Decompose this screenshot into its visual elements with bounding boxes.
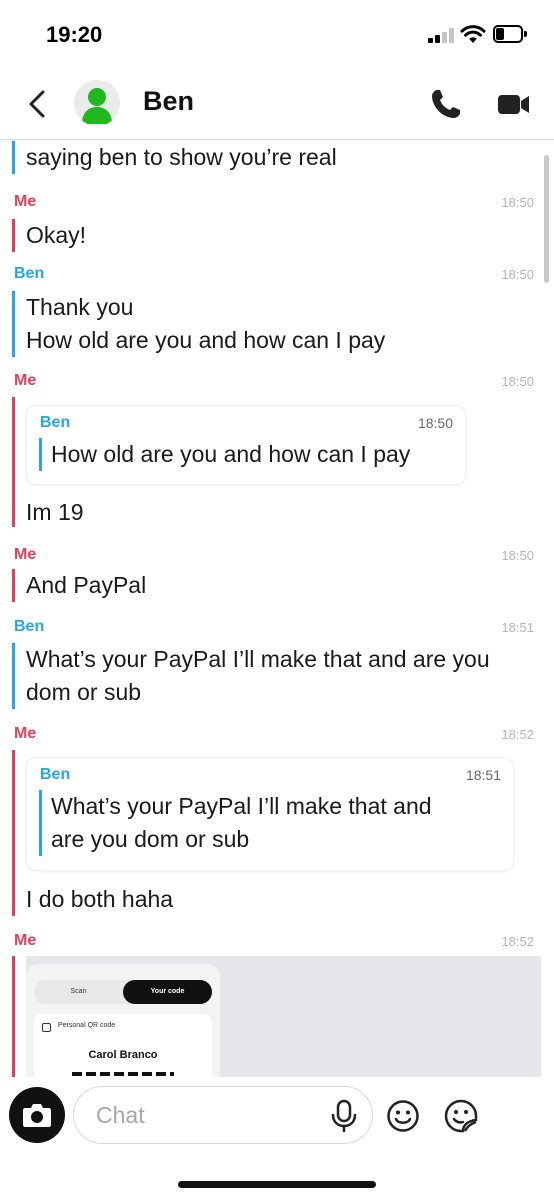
message-list[interactable]: saying ben to show you’re real Me 18:50 … xyxy=(0,141,554,1077)
message-text: saying ben to show you’re real xyxy=(12,141,337,174)
phone-icon xyxy=(432,90,460,118)
message-sender: Ben xyxy=(14,265,45,282)
camera-icon xyxy=(23,1104,51,1127)
message-sender: Me xyxy=(14,193,37,210)
battery-icon xyxy=(493,25,527,43)
message-text: What’s your PayPal I’ll make that and ar… xyxy=(12,643,490,709)
sticker-icon xyxy=(444,1099,478,1133)
qr-code-icon xyxy=(42,1023,51,1032)
status-bar: 19:20 xyxy=(0,0,554,70)
emoji-button[interactable] xyxy=(386,1099,420,1133)
message-time: 18:51 xyxy=(501,620,534,635)
toggle-scan: Scan xyxy=(70,988,87,995)
message-accent-bar xyxy=(12,397,15,527)
message-sender: Me xyxy=(14,546,37,563)
message-text: Im 19 xyxy=(26,499,84,525)
chat-input[interactable] xyxy=(96,1099,306,1131)
qr-card-label: Personal QR code xyxy=(58,1022,116,1029)
message-time: 18:50 xyxy=(501,195,534,210)
image-attachment[interactable]: Scan Your code Personal QR code Carol Br… xyxy=(26,956,541,1077)
message-time: 18:52 xyxy=(501,727,534,742)
microphone-icon xyxy=(331,1099,357,1133)
message-time: 18:50 xyxy=(501,374,534,389)
qr-code-pattern xyxy=(72,1072,174,1076)
video-camera-icon xyxy=(498,95,529,114)
message-text: Okay! xyxy=(12,219,86,252)
message-sender: Ben xyxy=(14,618,45,635)
home-indicator xyxy=(178,1181,376,1188)
person-icon xyxy=(82,88,112,124)
cellular-signal-icon xyxy=(428,27,456,43)
contact-name[interactable]: Ben xyxy=(143,86,194,117)
voice-call-button[interactable] xyxy=(428,86,464,122)
quoted-sender: Ben xyxy=(40,414,71,431)
quoted-text: How old are you and how can I pay xyxy=(39,438,410,471)
video-call-button[interactable] xyxy=(496,88,532,120)
avatar[interactable] xyxy=(74,80,120,126)
qr-card-name: Carol Branco xyxy=(88,1049,158,1061)
code-toggle: Scan Your code xyxy=(34,980,212,1004)
status-time: 19:20 xyxy=(46,22,103,47)
quoted-time: 18:50 xyxy=(417,415,453,431)
quoted-time: 18:51 xyxy=(465,767,501,783)
composer-bar xyxy=(0,1077,554,1200)
message-accent-bar xyxy=(12,956,15,1077)
sticker-button[interactable] xyxy=(443,1098,479,1134)
toggle-your-code: Your code xyxy=(123,980,212,1004)
chevron-left-icon xyxy=(29,90,45,118)
quoted-message[interactable]: Ben 18:50 How old are you and how can I … xyxy=(26,405,466,485)
wifi-icon xyxy=(460,24,486,44)
scrollbar[interactable] xyxy=(544,155,549,283)
screenshot-thumbnail: Scan Your code Personal QR code Carol Br… xyxy=(26,964,220,1077)
camera-button[interactable] xyxy=(9,1087,65,1143)
quoted-text: What’s your PayPal I’ll make that and ar… xyxy=(39,790,432,856)
message-sender: Me xyxy=(14,932,37,949)
qr-card: Personal QR code Carol Branco xyxy=(34,1014,212,1077)
smiley-icon xyxy=(387,1100,419,1132)
message-text: Thank you How old are you and how can I … xyxy=(12,291,385,357)
back-button[interactable] xyxy=(20,84,54,124)
message-text: I do both haha xyxy=(26,886,174,912)
message-time: 18:50 xyxy=(501,548,534,563)
microphone-button[interactable] xyxy=(329,1099,359,1133)
quoted-sender: Ben xyxy=(40,766,71,783)
quoted-message[interactable]: Ben 18:51 What’s your PayPal I’ll make t… xyxy=(26,757,514,871)
message-sender: Me xyxy=(14,372,37,389)
chat-header: Ben xyxy=(0,70,554,140)
message-time: 18:50 xyxy=(501,267,534,282)
message-text: And PayPal xyxy=(12,569,146,602)
chat-input-field[interactable] xyxy=(73,1086,373,1144)
message-time: 18:52 xyxy=(501,934,534,949)
message-sender: Me xyxy=(14,725,37,742)
message-accent-bar xyxy=(12,750,15,916)
